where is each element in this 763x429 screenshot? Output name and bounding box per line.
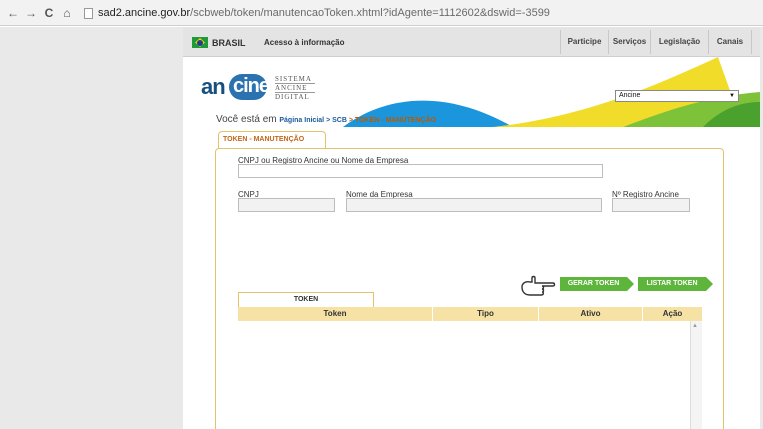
list-token-button[interactable]: LISTAR TOKEN — [638, 277, 713, 291]
back-icon[interactable]: ← — [6, 6, 20, 20]
gov-link-legislacao[interactable]: Legislação — [650, 30, 708, 54]
home-icon[interactable]: ⌂ — [60, 6, 74, 20]
token-table-header: Token Tipo Ativo Ação — [238, 307, 702, 321]
panel-tab-title: TOKEN - MANUTENÇÃO — [218, 131, 326, 148]
logo-an: an — [201, 74, 226, 99]
breadcrumb-separator: > — [324, 117, 333, 124]
url-path: /scbweb/token/manutencaoToken.xhtml?idAg… — [190, 7, 550, 19]
divider — [275, 92, 315, 93]
cnpj-field[interactable] — [238, 198, 335, 212]
system-title: SISTEMA ANCINE DIGITAL — [275, 75, 312, 102]
breadcrumb-separator: > — [346, 117, 355, 124]
scroll-up-icon[interactable]: ▲ — [692, 323, 698, 329]
chevron-down-icon: ▼ — [729, 93, 735, 99]
breadcrumb: Você está em Página Inicial > SCB > TOKE… — [216, 114, 436, 125]
agency-select[interactable]: Ancine ▼ — [615, 90, 739, 102]
company-name-field[interactable] — [346, 198, 602, 212]
generate-token-button[interactable]: GERAR TOKEN — [560, 277, 634, 291]
column-header-token[interactable]: Token — [238, 307, 432, 321]
address-bar[interactable]: sad2.ancine.gov.br/scbweb/token/manutenc… — [84, 4, 684, 22]
registro-ancine-field[interactable] — [612, 198, 690, 212]
token-table-body — [238, 321, 702, 429]
browser-toolbar: ← → C ⌂ sad2.ancine.gov.br/scbweb/token/… — [0, 0, 763, 26]
logo-cine: cine — [233, 75, 270, 97]
gov-link-canais[interactable]: Canais — [708, 30, 752, 54]
column-header-acao[interactable]: Ação — [642, 307, 702, 321]
search-input[interactable] — [238, 164, 603, 178]
url-domain: sad2.ancine.gov.br — [98, 7, 191, 19]
column-header-ativo[interactable]: Ativo — [538, 307, 642, 321]
page-icon — [84, 7, 93, 19]
agency-select-value: Ancine — [619, 92, 641, 99]
breadcrumb-home-link[interactable]: Página Inicial — [279, 117, 324, 124]
column-header-tipo[interactable]: Tipo — [432, 307, 538, 321]
forward-icon[interactable]: → — [24, 6, 38, 20]
pointing-hand-icon — [521, 275, 556, 296]
system-title-line-3: DIGITAL — [275, 93, 310, 101]
gov-link-participe[interactable]: Participe — [560, 30, 608, 54]
breadcrumb-module-link[interactable]: SCB — [332, 117, 347, 124]
token-table-scrollbar[interactable]: ▲ — [690, 321, 702, 429]
divider — [275, 83, 315, 84]
brazil-flag-icon — [192, 37, 208, 48]
page: ← → C ⌂ sad2.ancine.gov.br/scbweb/token/… — [0, 0, 763, 429]
access-info-link[interactable]: Acesso à informação — [264, 38, 344, 47]
tab-token[interactable]: TOKEN — [238, 292, 374, 307]
breadcrumb-current: TOKEN - MANUTENÇÃO — [354, 117, 437, 124]
reload-icon[interactable]: C — [42, 6, 56, 20]
gov-link-servicos[interactable]: Serviços — [608, 30, 650, 54]
left-margin — [0, 27, 183, 429]
breadcrumb-prefix: Você está em — [216, 114, 277, 125]
brasil-link[interactable]: BRASIL — [212, 38, 246, 48]
